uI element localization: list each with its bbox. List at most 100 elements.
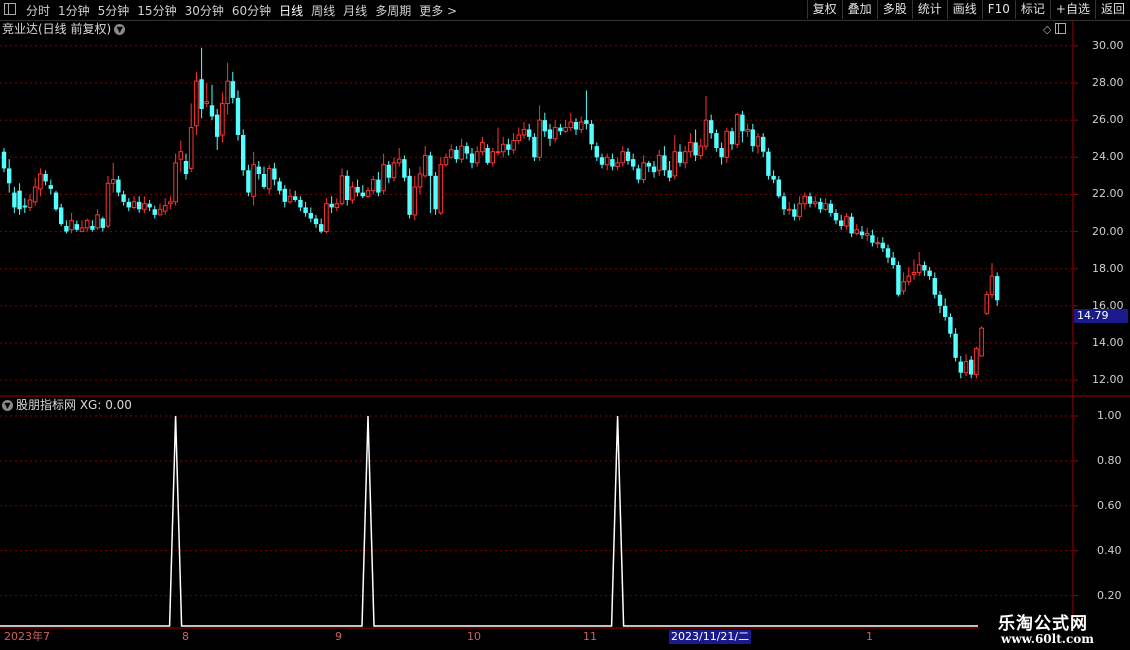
candle-body-down: [542, 120, 547, 132]
candle-body-up: [168, 201, 173, 205]
candle-body-down: [776, 179, 781, 197]
candle-body-up: [552, 127, 558, 140]
indicator-tick-label: 0.20: [1097, 588, 1122, 602]
candle-body-down: [90, 226, 95, 230]
candle-body-down: [485, 148, 490, 163]
candle-body-down: [885, 248, 891, 258]
candle-body-down: [807, 196, 813, 204]
candle-body-down: [943, 305, 948, 317]
candle-body-up: [178, 151, 184, 160]
candle-body-down: [100, 218, 105, 228]
candle-body-down: [215, 114, 220, 137]
candle-body-up: [157, 208, 163, 216]
candle-body-up: [963, 361, 969, 374]
candle-body-down: [547, 129, 553, 139]
candle-body-up: [204, 101, 210, 104]
date-axis: 2023年7 8 9 10 11 2023/11/21/二 1: [0, 630, 980, 644]
candle-body-down: [235, 97, 241, 135]
candle-body-up: [443, 156, 449, 166]
candle-body-down: [558, 127, 563, 132]
candle-body-up: [698, 145, 704, 156]
candle-body-up: [984, 294, 990, 314]
date-label: 10: [467, 630, 481, 643]
candle-body-down: [272, 168, 277, 180]
candle-body-down: [693, 142, 698, 156]
candle-body-down: [631, 159, 636, 167]
candle-body-up: [615, 162, 620, 168]
candle-body-up: [854, 229, 860, 234]
price-tick-label: 14.00: [1092, 336, 1124, 349]
candle-body-down: [880, 242, 885, 249]
candle-body-down: [948, 317, 953, 334]
candle-body-up: [844, 216, 849, 227]
last-price-tag: 14.79: [1074, 309, 1128, 323]
candle-body-down: [969, 359, 974, 375]
candle-body-down: [64, 226, 69, 232]
candle-body-up: [370, 179, 376, 192]
candle-body-up: [734, 114, 740, 145]
candle-body-up: [568, 121, 574, 129]
candle-body-down: [137, 201, 142, 210]
candle-body-up: [350, 186, 355, 201]
candle-body-up: [220, 102, 225, 136]
indicator-tick-label: 0.60: [1097, 498, 1122, 512]
candle-body-up: [474, 151, 480, 164]
candle-body-down: [319, 224, 324, 232]
candle-body-down: [74, 224, 79, 230]
candle-body-up: [916, 264, 922, 273]
candle-body-down: [428, 155, 433, 176]
indicator-tick-label: 1.00: [1097, 409, 1122, 422]
candle-body-up: [194, 80, 199, 127]
candle-body-up: [703, 119, 709, 147]
candle-body-down: [891, 257, 896, 265]
candle-body-up: [745, 128, 750, 132]
chevron-down-icon[interactable]: ▼: [2, 400, 13, 411]
candle-body-up: [906, 275, 912, 283]
candle-body-up: [412, 186, 418, 216]
candle-body-down: [313, 218, 319, 225]
candle-body-down: [849, 216, 854, 234]
candle-body-up: [641, 162, 646, 181]
candle-body-down: [282, 188, 287, 202]
candle-body-down: [7, 168, 12, 184]
date-label: 9: [335, 630, 342, 643]
candle-body-down: [833, 213, 839, 221]
candle-body-down: [1, 151, 7, 169]
candle-body-down: [376, 179, 381, 193]
candle-body-up: [438, 164, 444, 214]
candle-body-down: [53, 192, 59, 210]
candle-body-down: [209, 105, 215, 117]
candle-body-down: [662, 155, 667, 171]
candle-body-up: [682, 151, 688, 164]
candle-body-down: [636, 168, 641, 180]
candle-body-up: [225, 80, 230, 104]
price-tick-label: 24.00: [1092, 150, 1124, 164]
candle-body-down: [781, 196, 787, 210]
candle-body-up: [604, 156, 610, 166]
watermark-title: 乐淘公式网: [998, 614, 1088, 634]
candle-body-up: [974, 348, 979, 376]
candle-body-up: [131, 201, 137, 208]
price-tick-label: 30.00: [1092, 38, 1124, 52]
candle-body-up: [480, 141, 485, 153]
candle-body-down: [922, 265, 927, 271]
candle-body-down: [859, 231, 865, 236]
candle-body-down: [709, 120, 714, 134]
candle-body-down: [506, 144, 511, 150]
candle-body-up: [391, 162, 397, 179]
candle-body-up: [84, 219, 90, 229]
kline-chart[interactable]: [0, 0, 1130, 650]
price-tick-label: 12.00: [1092, 373, 1124, 387]
candle-body-up: [287, 195, 293, 203]
candle-body-up: [251, 164, 256, 197]
candle-body-down: [126, 201, 131, 208]
watermark-url: www.60lt.com: [1001, 632, 1094, 646]
candle-body-up: [823, 203, 828, 210]
candle-body-down: [147, 203, 152, 208]
indicator-tick-label: 0.80: [1097, 453, 1122, 467]
candle-body-down: [792, 209, 797, 217]
date-label: 8: [182, 630, 189, 643]
candle-body-down: [610, 159, 615, 167]
candle-body-down: [761, 136, 766, 152]
candle-body-up: [334, 203, 340, 208]
